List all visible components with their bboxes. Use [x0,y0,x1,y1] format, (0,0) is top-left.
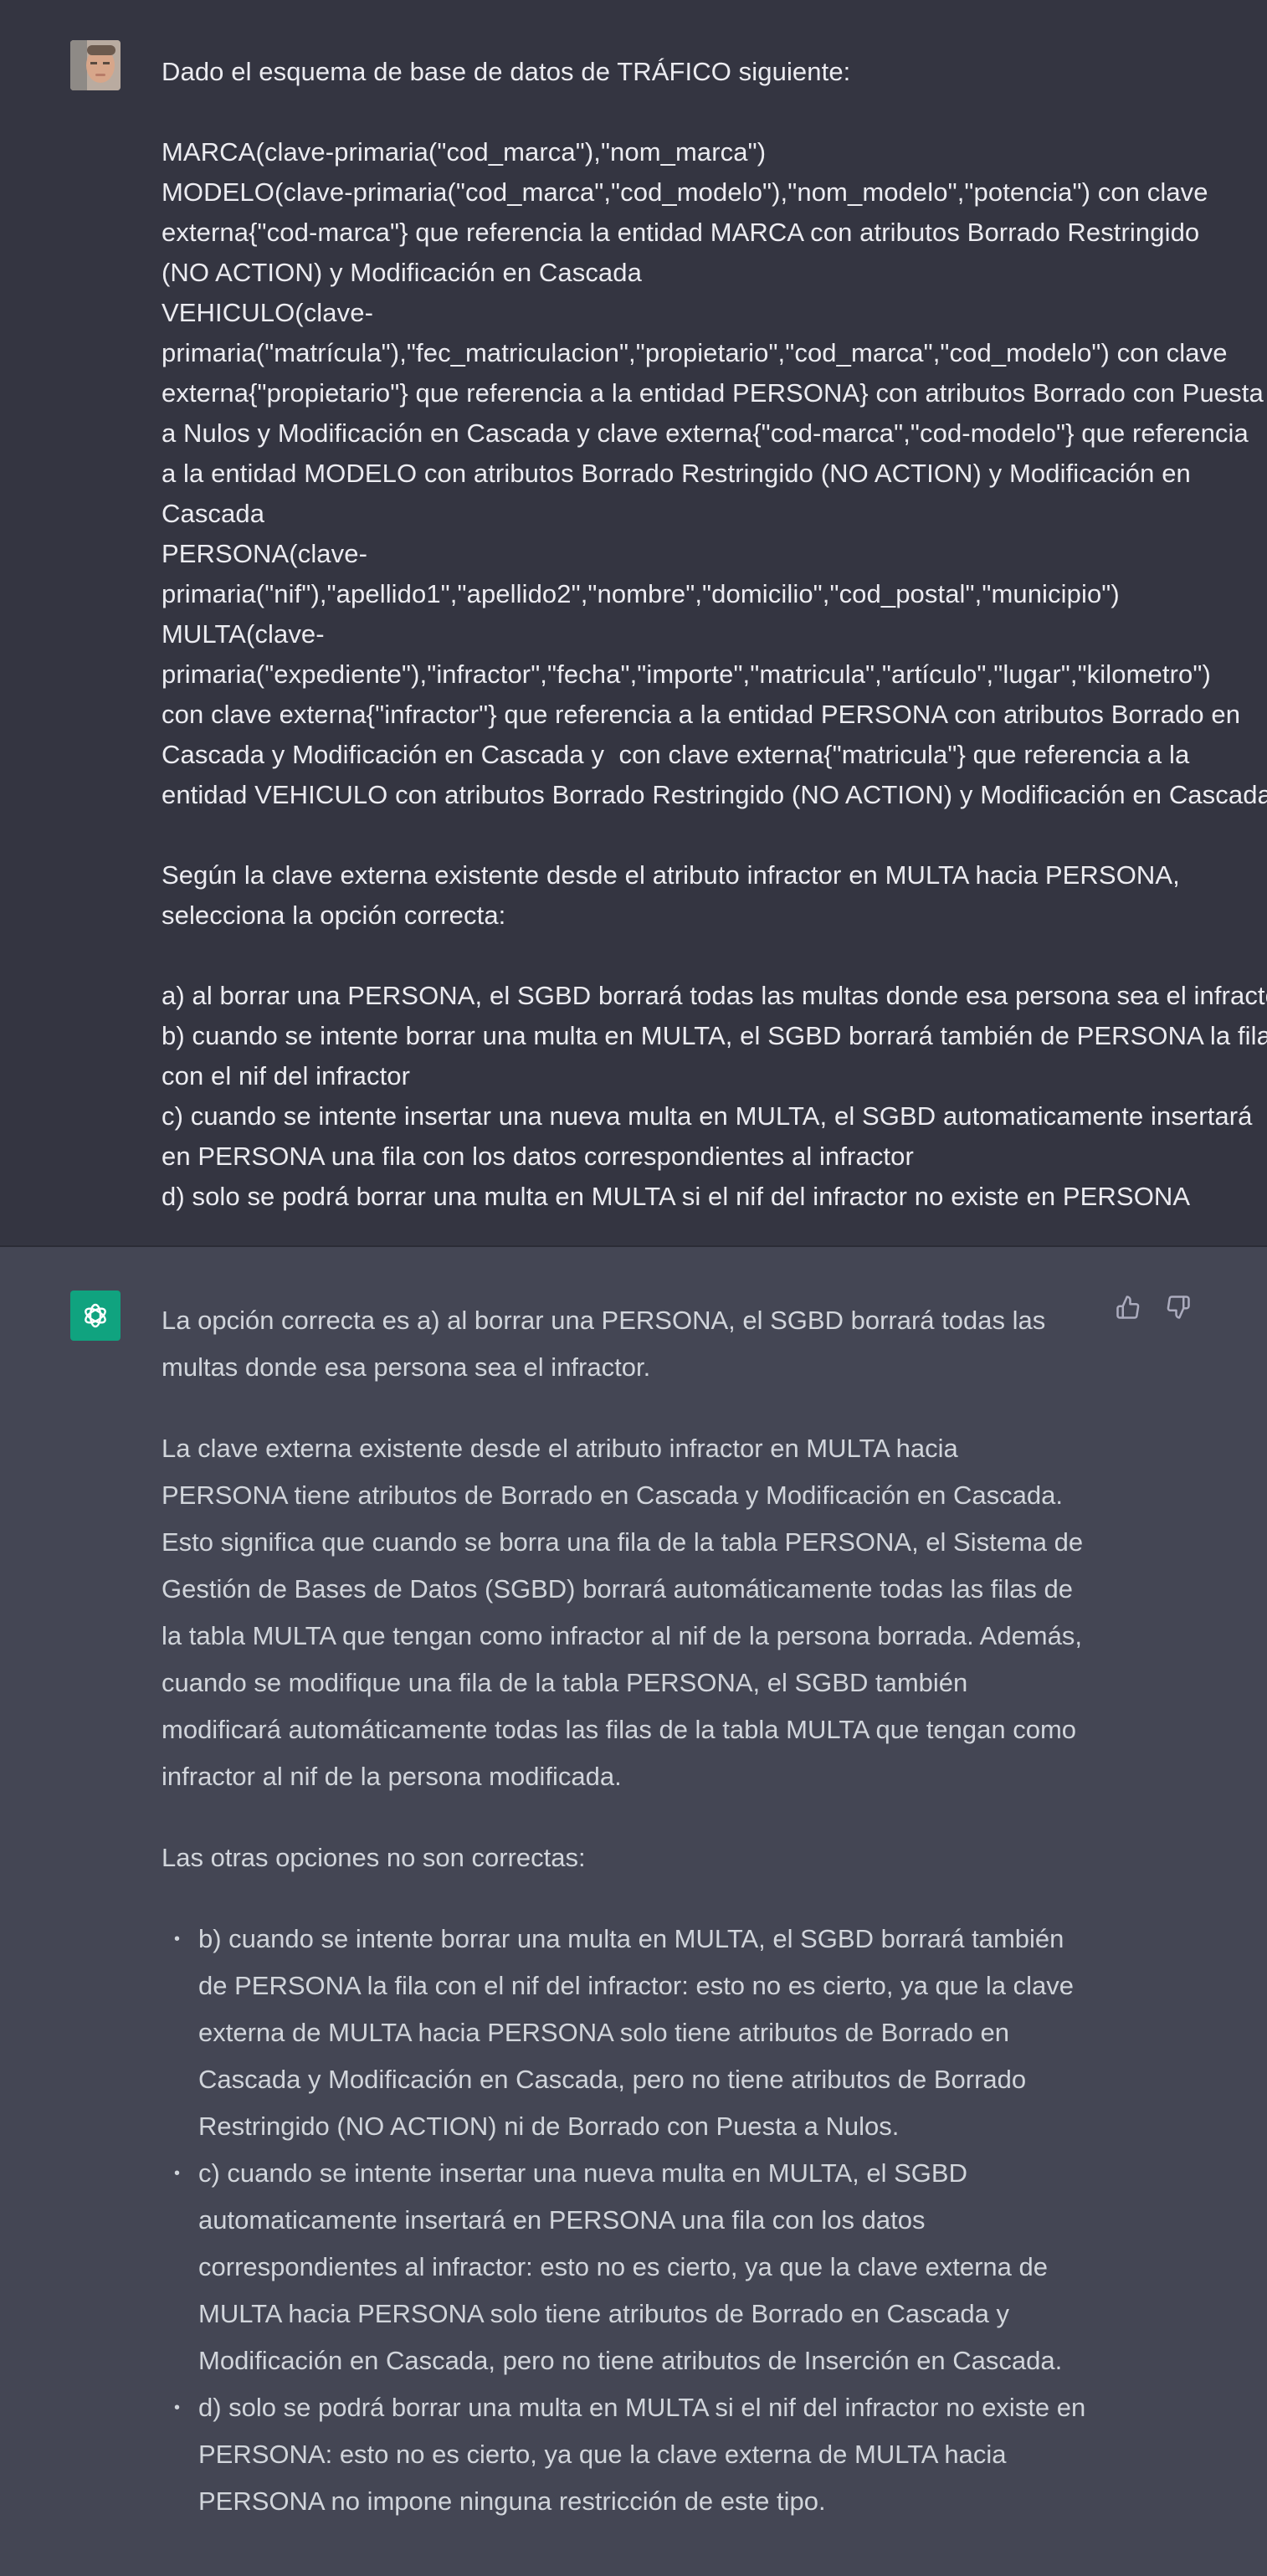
user-message-text: Dado el esquema de base de datos de TRÁF… [162,52,1267,1217]
message-line: (NO ACTION) y Modificación en Cascada [162,258,642,287]
message-line: MULTA(clave- [162,619,325,649]
user-message: Dado el esquema de base de datos de TRÁF… [0,0,1267,1247]
list-item: • d) solo se podrá borrar una multa en M… [162,2384,1090,2525]
other-options-heading: Las otras opciones no son correctas: [162,1843,586,1872]
list-item-text: b) cuando se intente borrar una multa en… [198,1924,1074,2141]
message-line: entidad VEHICULO con atributos Borrado R… [162,780,1267,809]
chat-conversation: Dado el esquema de base de datos de TRÁF… [0,0,1267,2576]
assistant-logo-icon [70,1291,121,1341]
message-line: b) cuando se intente borrar una multa en… [162,1021,1267,1050]
thumbs-down-icon [1167,1296,1190,1319]
list-item: • b) cuando se intente borrar una multa … [162,1916,1090,2150]
message-line: externa{"cod-marca"} que referencia la e… [162,218,1200,247]
message-line: Cascada [162,499,265,528]
answer-paragraph: La opción correcta es a) al borrar una P… [162,1306,1046,1382]
thumbs-up-button[interactable] [1111,1291,1145,1324]
message-line: primaria("nif"),"apellido1","apellido2",… [162,579,1120,608]
feedback-buttons [1111,1291,1195,1324]
thumbs-up-icon [1116,1296,1140,1319]
message-line: a Nulos y Modificación en Cascada y clav… [162,418,1249,448]
message-line: VEHICULO(clave- [162,298,373,327]
message-line: con el nif del infractor [162,1061,411,1090]
message-line: MODELO(clave-primaria("cod_marca","cod_m… [162,177,1208,207]
bullet-glyph: • [174,1930,181,1948]
explanation-paragraph: La clave externa existente desde el atri… [162,1434,1084,1791]
message-line: Dado el esquema de base de datos de TRÁF… [162,57,851,86]
bullet-glyph: • [174,2399,181,2417]
options-list: • b) cuando se intente borrar una multa … [162,1916,1090,2525]
assistant-message-text: La opción correcta es a) al borrar una P… [162,1297,1090,2525]
list-item: • c) cuando se intente insertar una nuev… [162,2150,1090,2384]
thumbs-down-button[interactable] [1162,1291,1195,1324]
message-line: d) solo se podrá borrar una multa en MUL… [162,1182,1191,1211]
bullet-glyph: • [174,2164,181,2183]
list-item-text: d) solo se podrá borrar una multa en MUL… [198,2393,1086,2516]
user-avatar [70,40,121,90]
message-line: Según la clave externa existente desde e… [162,860,1180,890]
list-item-text: c) cuando se intente insertar una nueva … [198,2158,1063,2375]
message-line: en PERSONA una fila con los datos corres… [162,1142,914,1171]
message-line: a) al borrar una PERSONA, el SGBD borrar… [162,981,1267,1010]
message-line: con clave externa{"infractor"} que refer… [162,700,1241,729]
message-line: externa{"propietario"} que referencia a … [162,378,1264,408]
message-line: selecciona la opción correcta: [162,901,506,930]
message-line: a la entidad MODELO con atributos Borrad… [162,459,1191,488]
message-line: c) cuando se intente insertar una nueva … [162,1101,1253,1131]
message-line: primaria("matrícula"),"fec_matriculacion… [162,338,1228,367]
assistant-message: La opción correcta es a) al borrar una P… [0,1247,1267,2576]
message-line: primaria("expediente"),"infractor","fech… [162,659,1211,689]
message-line: MARCA(clave-primaria("cod_marca"),"nom_m… [162,137,767,167]
message-line: Cascada y Modificación en Cascada y con … [162,740,1190,769]
message-line: PERSONA(clave- [162,539,368,568]
